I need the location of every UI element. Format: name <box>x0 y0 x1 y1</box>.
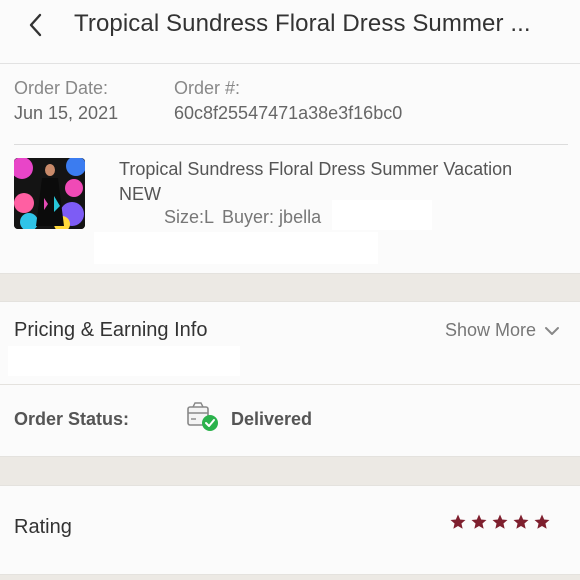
star-icon <box>513 514 529 529</box>
chevron-left-icon <box>29 13 42 37</box>
star-icon <box>492 514 508 529</box>
star-icon <box>450 514 466 529</box>
header-bar: Tropical Sundress Floral Dress Summer ..… <box>0 0 580 64</box>
pricing-card[interactable]: Pricing & Earning Info Show More <box>0 301 580 385</box>
star-icon <box>534 514 550 529</box>
order-status-card: Order Status: Delivered <box>0 385 580 457</box>
pricing-title: Pricing & Earning Info <box>14 319 208 341</box>
order-date-value: Jun 15, 2021 <box>14 103 119 123</box>
page-title: Tropical Sundress Floral Dress Summer ..… <box>74 10 531 37</box>
order-status-value: Delivered <box>231 409 313 429</box>
back-button[interactable] <box>20 10 50 40</box>
rating-card: Rating <box>0 485 580 575</box>
show-more-button[interactable]: Show More <box>445 320 560 341</box>
chevron-down-icon <box>545 326 559 335</box>
show-more-label: Show More <box>444 320 536 340</box>
divider <box>14 144 568 145</box>
product-size: Size:L <box>164 207 215 227</box>
order-number-value: 60c8f25547471a38e3f16bc0 <box>174 103 403 123</box>
product-meta: Size:L Buyer: jbella <box>164 207 329 228</box>
product-thumbnail[interactable] <box>14 158 85 229</box>
order-date-label: Order Date: <box>14 78 109 98</box>
package-delivered-icon <box>187 402 218 431</box>
redaction-block <box>94 232 378 264</box>
redaction-block <box>8 346 240 376</box>
rating-label: Rating <box>14 516 72 538</box>
order-number-label: Order #: <box>174 78 241 98</box>
rating-stars <box>449 513 551 531</box>
star-icon <box>471 514 487 529</box>
order-details-card: Order Date: Jun 15, 2021 Order #: 60c8f2… <box>0 64 580 274</box>
buyer-name[interactable]: Buyer: jbella <box>222 207 321 227</box>
product-image <box>14 158 85 229</box>
order-status-label: Order Status: <box>14 409 130 429</box>
redaction-block <box>332 200 432 230</box>
